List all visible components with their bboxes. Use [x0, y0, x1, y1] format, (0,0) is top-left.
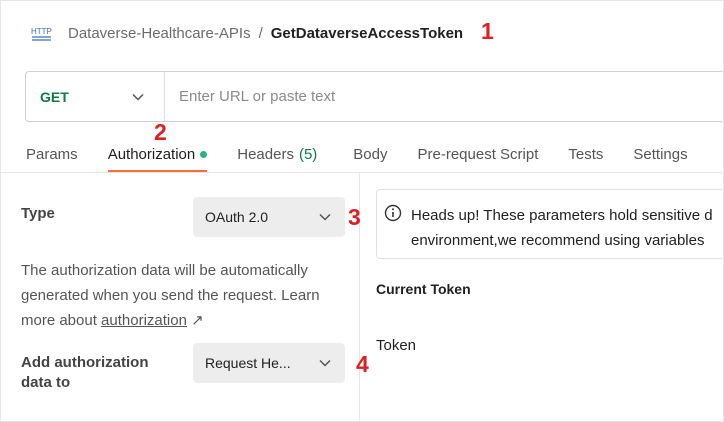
auth-type-select[interactable]: OAuth 2.0 — [193, 197, 345, 237]
method-label: GET — [40, 88, 69, 105]
request-tabs: Params Authorization Headers (5) Body Pre… — [1, 135, 688, 173]
tab-body-label: Body — [353, 145, 388, 163]
tab-pre-request-script-label: Pre-request Script — [417, 145, 539, 163]
tab-headers[interactable]: Headers (5) — [237, 135, 317, 173]
url-input[interactable] — [165, 72, 723, 121]
info-icon — [384, 204, 402, 222]
auth-description: The authorization data will be automatic… — [21, 258, 346, 333]
add-auth-to-select[interactable]: Request He... — [193, 343, 345, 383]
tab-tests-label: Tests — [568, 145, 604, 163]
authorization-docs-link[interactable]: authorization — [101, 312, 187, 329]
notice-line-1: Heads up! These parameters hold sensitiv… — [411, 207, 713, 224]
add-auth-to-label: Add authorization data to — [21, 354, 149, 391]
auth-type-label: Type — [21, 205, 55, 222]
tab-headers-label: Headers — [237, 145, 294, 163]
chevron-down-icon — [319, 213, 331, 221]
current-token-heading: Current Token — [376, 281, 471, 297]
tab-authorization-label: Authorization — [107, 145, 196, 163]
auth-settings-panel: Type OAuth 2.0 The authorization data wi… — [1, 173, 360, 421]
tab-params[interactable]: Params — [26, 135, 78, 173]
add-auth-to-value: Request He... — [205, 355, 291, 371]
external-link-icon: ↗ — [191, 312, 204, 329]
tab-pre-request-script[interactable]: Pre-request Script — [418, 135, 539, 173]
breadcrumb: HTTP Dataverse-Healthcare-APIs / GetData… — [31, 19, 463, 47]
tab-settings[interactable]: Settings — [633, 135, 687, 173]
annotation-marker-1: 1 — [481, 18, 494, 44]
token-label: Token — [376, 337, 417, 354]
tab-tests[interactable]: Tests — [568, 135, 603, 173]
url-bar: GET — [25, 71, 723, 122]
breadcrumb-separator: / — [258, 24, 263, 42]
method-select[interactable]: GET — [26, 72, 165, 121]
tab-body[interactable]: Body — [353, 135, 387, 173]
sensitive-data-notice: Heads up! These parameters hold sensitiv… — [376, 189, 723, 259]
http-icon-text: HTTP — [31, 27, 52, 36]
breadcrumb-request-name[interactable]: GetDataverseAccessToken — [271, 25, 463, 42]
tab-params-label: Params — [26, 145, 78, 163]
annotation-marker-4: 4 — [356, 351, 369, 377]
notice-line-2: environment,we recommend using variables — [411, 232, 705, 249]
request-editor: HTTP Dataverse-Healthcare-APIs / GetData… — [0, 0, 724, 422]
auth-set-dot — [200, 150, 208, 158]
annotation-marker-3: 3 — [348, 204, 361, 230]
chevron-down-icon — [319, 359, 331, 367]
breadcrumb-collection[interactable]: Dataverse-Healthcare-APIs — [68, 25, 251, 42]
chevron-down-icon — [132, 93, 144, 101]
auth-type-value: OAuth 2.0 — [205, 209, 269, 225]
annotation-marker-2: 2 — [154, 119, 167, 145]
headers-count: (5) — [298, 145, 318, 163]
tab-settings-label: Settings — [633, 145, 688, 163]
http-icon: HTTP — [31, 23, 53, 43]
